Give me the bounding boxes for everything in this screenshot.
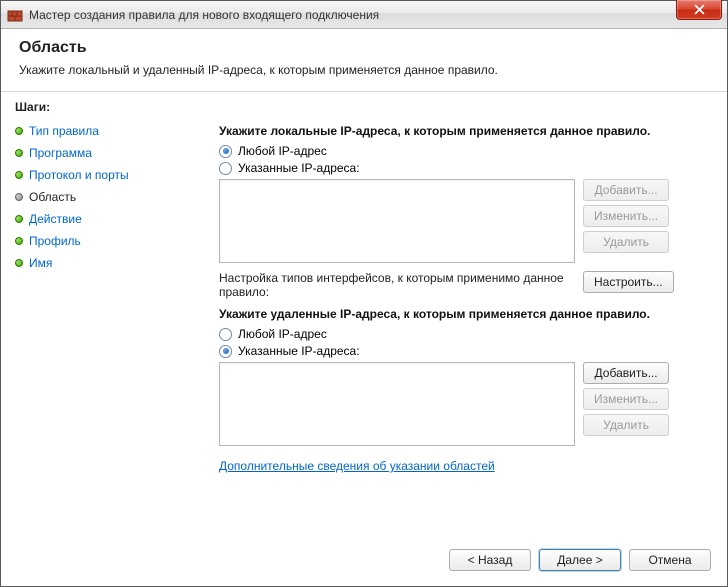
page-subtitle: Укажите локальный и удаленный IP-адреса,… [19, 63, 709, 77]
step-dot-icon [15, 215, 23, 223]
local-ip-block: Добавить... Изменить... Удалить [219, 179, 707, 263]
next-button[interactable]: Далее > [539, 549, 621, 571]
wizard-body: Шаги: Тип правила Программа Протокол и п… [1, 92, 727, 540]
back-button[interactable]: < Назад [449, 549, 531, 571]
more-about-scope-link[interactable]: Дополнительные сведения об указании обла… [219, 459, 495, 473]
remote-add-button[interactable]: Добавить... [583, 362, 669, 384]
page-title: Область [19, 39, 709, 57]
local-any-ip-radio[interactable]: Любой IP-адрес [219, 144, 707, 158]
wizard-footer: < Назад Далее > Отмена [1, 540, 727, 586]
step-profile[interactable]: Профиль [15, 230, 189, 252]
step-dot-icon [15, 193, 23, 201]
wizard-header: Область Укажите локальный и удаленный IP… [1, 29, 727, 92]
radio-label: Указанные IP-адреса: [238, 344, 360, 358]
radio-icon [219, 162, 232, 175]
step-label: Область [29, 190, 76, 204]
titlebar: Мастер создания правила для нового входя… [1, 1, 727, 29]
radio-label: Указанные IP-адреса: [238, 161, 360, 175]
interface-types-text: Настройка типов интерфейсов, к которым п… [219, 271, 575, 299]
step-program[interactable]: Программа [15, 142, 189, 164]
local-specific-ip-radio[interactable]: Указанные IP-адреса: [219, 161, 707, 175]
local-ip-heading: Укажите локальные IP-адреса, к которым п… [219, 124, 707, 138]
remote-ip-listbox[interactable] [219, 362, 575, 446]
local-remove-button[interactable]: Удалить [583, 231, 669, 253]
step-dot-icon [15, 127, 23, 135]
steps-title: Шаги: [15, 100, 189, 114]
step-scope[interactable]: Область [15, 186, 189, 208]
step-name[interactable]: Имя [15, 252, 189, 274]
firewall-icon [7, 7, 23, 23]
step-dot-icon [15, 171, 23, 179]
local-ip-buttons: Добавить... Изменить... Удалить [583, 179, 669, 253]
customize-interfaces-button[interactable]: Настроить... [583, 271, 674, 293]
remote-ip-heading: Укажите удаленные IP-адреса, к которым п… [219, 307, 707, 321]
step-action[interactable]: Действие [15, 208, 189, 230]
step-dot-icon [15, 237, 23, 245]
local-add-button[interactable]: Добавить... [583, 179, 669, 201]
step-label: Протокол и порты [29, 168, 129, 182]
step-dot-icon [15, 259, 23, 267]
step-dot-icon [15, 149, 23, 157]
content-panel: Укажите локальные IP-адреса, к которым п… [199, 92, 727, 540]
step-protocol-ports[interactable]: Протокол и порты [15, 164, 189, 186]
radio-icon [219, 145, 232, 158]
close-button[interactable] [676, 0, 722, 20]
radio-icon [219, 328, 232, 341]
remote-ip-buttons: Добавить... Изменить... Удалить [583, 362, 669, 436]
step-label: Программа [29, 146, 92, 160]
close-icon [694, 4, 705, 15]
remote-specific-ip-radio[interactable]: Указанные IP-адреса: [219, 344, 707, 358]
local-ip-listbox[interactable] [219, 179, 575, 263]
steps-list: Тип правила Программа Протокол и порты О… [15, 120, 189, 274]
radio-label: Любой IP-адрес [238, 327, 327, 341]
step-label: Тип правила [29, 124, 99, 138]
step-label: Действие [29, 212, 82, 226]
interface-types-row: Настройка типов интерфейсов, к которым п… [219, 271, 707, 299]
local-edit-button[interactable]: Изменить... [583, 205, 669, 227]
wizard-window: Мастер создания правила для нового входя… [0, 0, 728, 587]
step-label: Имя [29, 256, 52, 270]
radio-label: Любой IP-адрес [238, 144, 327, 158]
sidebar: Шаги: Тип правила Программа Протокол и п… [1, 92, 199, 540]
step-label: Профиль [29, 234, 81, 248]
window-title: Мастер создания правила для нового входя… [29, 8, 379, 22]
remote-any-ip-radio[interactable]: Любой IP-адрес [219, 327, 707, 341]
remote-ip-block: Добавить... Изменить... Удалить [219, 362, 707, 446]
radio-icon [219, 345, 232, 358]
cancel-button[interactable]: Отмена [629, 549, 711, 571]
remote-edit-button[interactable]: Изменить... [583, 388, 669, 410]
step-rule-type[interactable]: Тип правила [15, 120, 189, 142]
remote-remove-button[interactable]: Удалить [583, 414, 669, 436]
